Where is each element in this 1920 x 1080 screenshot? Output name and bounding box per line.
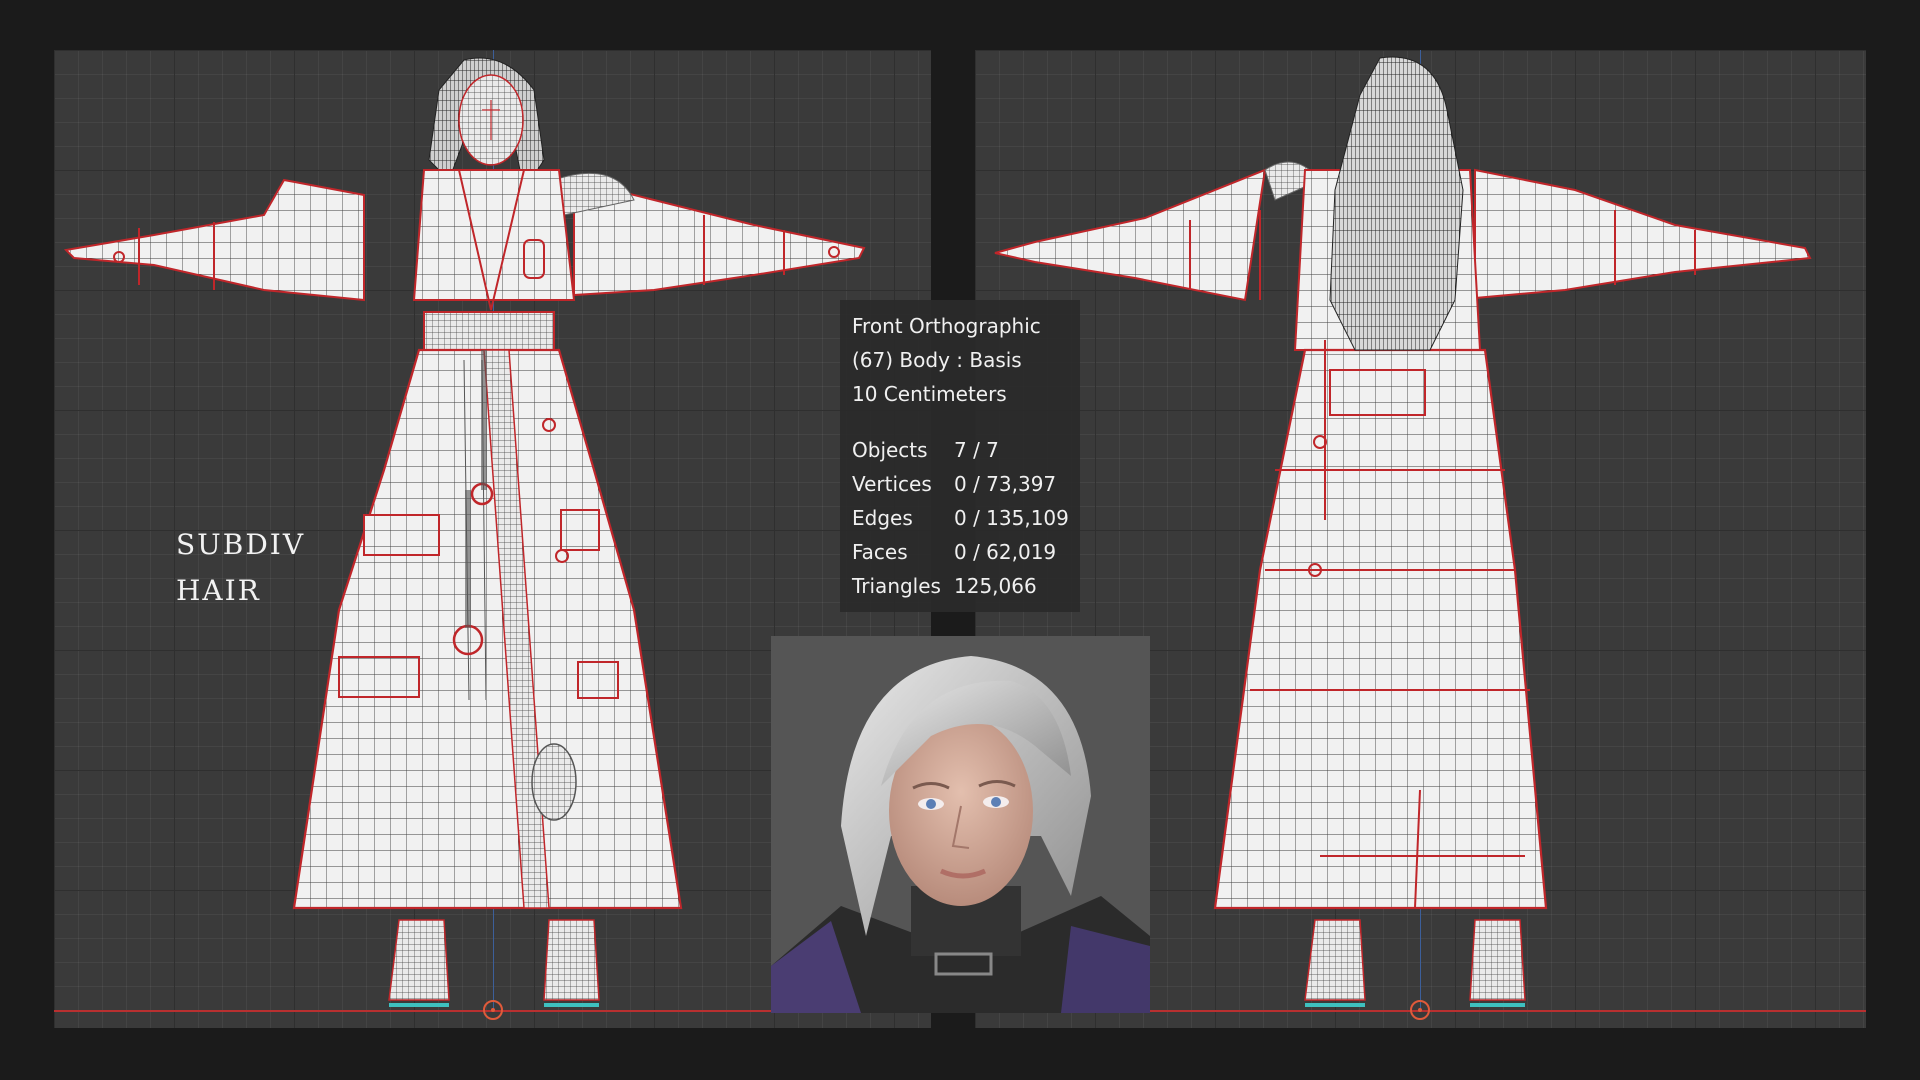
character-render-preview [771,636,1150,1013]
label-line-1: Subdiv [176,518,306,564]
stat-label-objects: Objects [852,438,928,462]
stat-label-faces: Faces [852,540,908,564]
stat-value-faces: 0 / 62,019 [954,540,1057,564]
portrait-render [771,636,1150,1013]
stat-label-triangles: Triangles [852,574,941,598]
right-boot [543,919,600,1001]
stat-value-objects: 7 / 7 [954,438,999,462]
belt [423,311,555,353]
viewport-statistics-overlay: Front Orthographic (67) Body : Basis 10 … [840,300,1080,612]
left-boot [388,919,450,1001]
right-arm-back [1474,168,1812,300]
left-boot-back [1304,919,1366,1001]
right-boot-back [1469,919,1526,1001]
label-line-2: Hair [176,564,261,610]
stat-value-edges: 0 / 135,109 [954,506,1069,530]
stat-label-vertices: Vertices [852,472,932,496]
coat-torso [412,169,576,301]
scale-info: 10 Centimeters [852,382,1007,406]
stat-value-triangles: 125,066 [954,574,1037,598]
coat-skirt-back [1213,348,1548,910]
stat-value-vertices: 0 / 73,397 [954,472,1057,496]
coat-skirt [292,348,683,910]
object-info: (67) Body : Basis [852,348,1022,372]
hair-mesh-back [1329,56,1464,351]
left-arm-back [994,168,1267,302]
subdiv-hair-label: Subdiv Hair [176,518,305,610]
view-name: Front Orthographic [852,314,1041,338]
stat-label-edges: Edges [852,506,913,530]
